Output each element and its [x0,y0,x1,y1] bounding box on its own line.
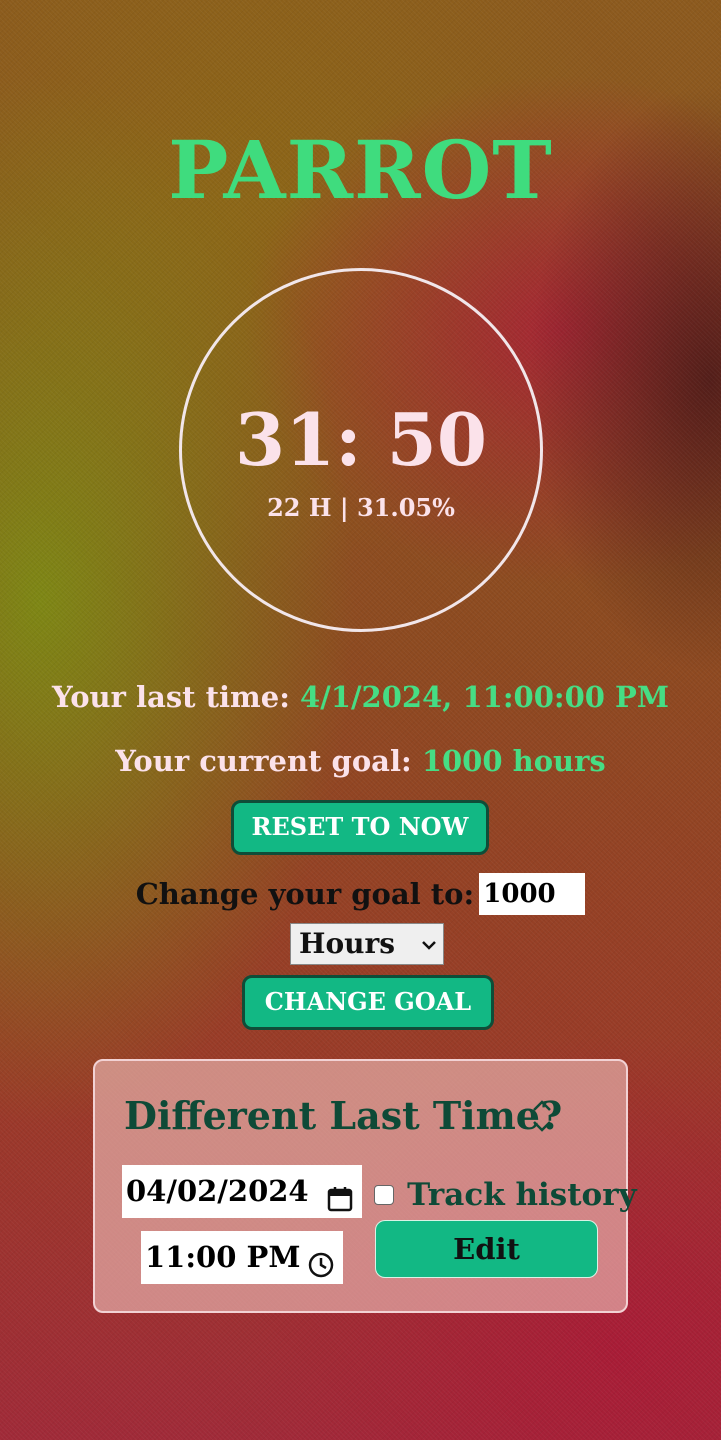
chevron-down-icon [421,924,437,964]
last-time-value: 4/1/2024, 11:00:00 PM [300,680,669,714]
change-goal-button[interactable]: CHANGE GOAL [242,975,494,1030]
goal-amount-input[interactable]: 1000 [479,873,586,915]
current-goal-value: 1000 hours [421,744,606,778]
last-time-label: Your last time: [52,680,290,714]
track-history-control[interactable]: Track history [374,1178,637,1212]
goal-form-row: Change your goal to: 1000 [0,872,721,916]
last-time-line: Your last time: 4/1/2024, 11:00:00 PM [0,677,721,717]
track-history-label[interactable]: Track history [407,1178,637,1212]
edit-button[interactable]: Edit [375,1220,598,1278]
last-time-input-value: 11:00 PM [145,1240,301,1274]
calendar-icon[interactable] [326,1177,354,1229]
different-last-time-title[interactable]: Different Last Time? [124,1092,562,1140]
app-title: PARROT [168,123,553,217]
goal-unit-select[interactable]: Hours [290,923,444,965]
last-time-input[interactable]: 11:00 PM [141,1231,343,1284]
track-history-checkbox[interactable] [374,1185,394,1205]
last-date-value: 04/02/2024 [126,1174,309,1208]
goal-form-label: Change your goal to: [135,877,475,911]
goal-unit-selected: Hours [299,927,396,960]
clock-icon[interactable] [307,1243,335,1295]
timer-summary: 22 H | 31.05% [267,493,455,522]
reset-to-now-button[interactable]: RESET TO NOW [231,800,489,855]
current-goal-label: Your current goal: [115,744,412,778]
chevron-up-down-icon[interactable] [530,1098,554,1134]
current-goal-line: Your current goal: 1000 hours [0,741,721,781]
last-date-input[interactable]: 04/02/2024 [122,1165,362,1218]
timer-display: 31: 50 [234,397,488,482]
